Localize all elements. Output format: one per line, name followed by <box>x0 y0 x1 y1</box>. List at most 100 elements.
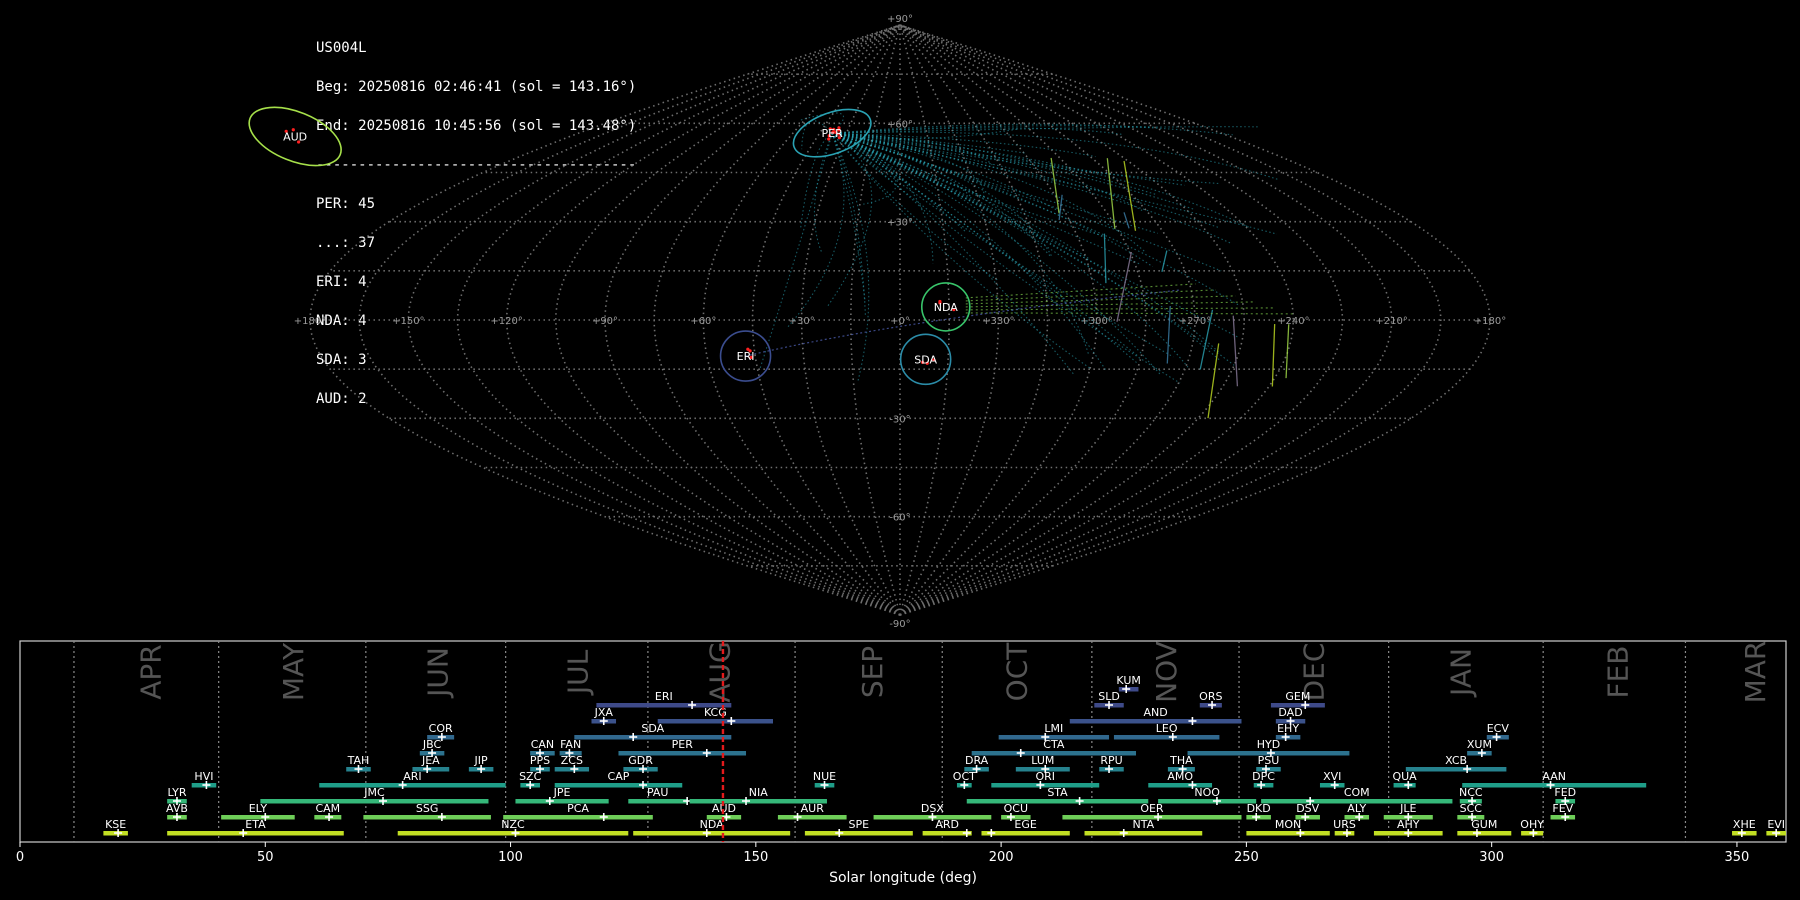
shower-label: EVI <box>1767 818 1785 831</box>
radiant-sda: SDA <box>899 333 952 386</box>
month-label: JUN <box>422 647 455 699</box>
x-tick-label: 0 <box>16 850 24 865</box>
shower-bar <box>1246 831 1330 836</box>
shower-label: COM <box>1344 786 1370 799</box>
lon-tick-label: +210° <box>1375 316 1407 327</box>
shower-label: SDA <box>641 722 664 735</box>
shower-label: OER <box>1140 802 1164 815</box>
month-label: AUG <box>704 641 737 702</box>
x-tick-label: 100 <box>498 850 523 865</box>
shower-label: NUE <box>813 770 836 783</box>
shower-label: ECV <box>1487 722 1510 735</box>
shower-bar <box>1084 831 1203 836</box>
month-label: JUL <box>561 649 594 696</box>
per-trail <box>831 132 1181 384</box>
shower-label: XUM <box>1467 738 1492 751</box>
radiant-label: PER <box>822 127 844 140</box>
shower-label: JLE <box>1399 802 1416 815</box>
meteor-trail <box>1271 324 1276 387</box>
shower-label: GUM <box>1471 818 1497 831</box>
shower-label: CAP <box>608 770 630 783</box>
shower-label: ARI <box>403 770 421 783</box>
x-tick-label: 350 <box>1725 850 1750 865</box>
month-label: FEB <box>1601 645 1634 698</box>
lon-tick-label: +0° <box>890 316 910 327</box>
radiant-sky-map: +180° +150° +120° +90° +60° +30° +0° +330° +300°… <box>248 14 1506 630</box>
shower-label: CAM <box>315 802 340 815</box>
shower-label: KSE <box>105 818 126 831</box>
shower-bar <box>966 799 1149 804</box>
shower-label: PAU <box>647 786 669 799</box>
shower-label: PER <box>672 738 694 751</box>
lat-tick-label: -90° <box>889 619 910 630</box>
shower-dpc: DPC <box>1252 770 1275 789</box>
shower-label: LUM <box>1031 754 1054 767</box>
shower-label: EGE <box>1014 818 1036 831</box>
month-label: JAN <box>1444 648 1477 698</box>
shower-avb: AVB <box>166 802 188 821</box>
shower-cam: CAM <box>314 802 342 821</box>
shower-label: AND <box>1144 706 1168 719</box>
meteor-trail <box>1285 324 1290 379</box>
shower-bar <box>574 735 732 740</box>
meteor-trail <box>1123 212 1130 229</box>
month-label: OCT <box>1000 642 1033 702</box>
per-trail <box>832 132 1052 258</box>
shower-label: STA <box>1047 786 1068 799</box>
lon-tick-label: +180° <box>294 316 326 327</box>
shower-label: JEA <box>421 754 440 767</box>
shower-bar <box>628 799 688 804</box>
shower-label: ELY <box>249 802 268 815</box>
meteor-trail <box>1161 250 1168 272</box>
lat-tick-label: -60° <box>889 513 910 524</box>
shower-label: ERI <box>655 690 673 703</box>
per-trail <box>813 132 833 253</box>
meteor-trail <box>1207 343 1220 419</box>
meteor-trail <box>1232 315 1239 387</box>
radiant-per: PER <box>792 108 872 158</box>
per-trail <box>831 132 866 316</box>
shower-label: SLD <box>1098 690 1120 703</box>
shower-label: AVB <box>166 802 188 815</box>
shower-label: NOO <box>1194 786 1220 799</box>
shower-label: FEV <box>1552 802 1573 815</box>
shower-label: NIA <box>749 786 768 799</box>
shower-jxa: JXA <box>591 706 617 725</box>
shower-label: FED <box>1554 786 1576 799</box>
shower-label: CTA <box>1043 738 1065 751</box>
shower-label: PCA <box>567 802 589 815</box>
lon-tick-labels: +180° +150° +120° +90° +60° +30° +0° +330° +300°… <box>294 316 1506 327</box>
shower-label: THA <box>1169 754 1193 767</box>
shower-kum: KUM <box>1116 674 1141 693</box>
nda-trail <box>965 301 1256 308</box>
shower-label: SCC <box>1460 802 1483 815</box>
radiant-eri: ERI <box>719 330 772 382</box>
shower-label: RPU <box>1100 754 1122 767</box>
nda-trail <box>965 295 1236 305</box>
per-trail <box>832 132 1158 234</box>
shower-label: HVI <box>194 770 213 783</box>
per-trail <box>832 132 1222 272</box>
shower-label: JIP <box>474 754 488 767</box>
x-tick-label: 150 <box>743 850 768 865</box>
lon-tick-label: +150° <box>392 316 424 327</box>
shower-label: EHY <box>1277 722 1299 735</box>
nda-trail <box>965 289 1216 302</box>
lat-tick-label: +30° <box>887 218 913 229</box>
lon-tick-label: +270° <box>1179 316 1211 327</box>
shower-label: NZC <box>501 818 525 831</box>
shower-label: ORI <box>1035 770 1055 783</box>
shower-ors: ORS <box>1199 690 1222 709</box>
per-trail <box>832 132 1185 186</box>
shower-label: KUM <box>1116 674 1140 687</box>
shower-label: ARD <box>935 818 959 831</box>
month-label: MAR <box>1739 641 1772 704</box>
lon-tick-label: +120° <box>490 316 522 327</box>
shower-bar <box>503 815 653 820</box>
shower-label: GEM <box>1285 690 1310 703</box>
shower-label: AUR <box>801 802 825 815</box>
shower-label: SZC <box>519 770 542 783</box>
shower-label: JMC <box>363 786 385 799</box>
lon-tick-label: +240° <box>1277 316 1309 327</box>
radiant-aud: AUD <box>248 106 342 167</box>
